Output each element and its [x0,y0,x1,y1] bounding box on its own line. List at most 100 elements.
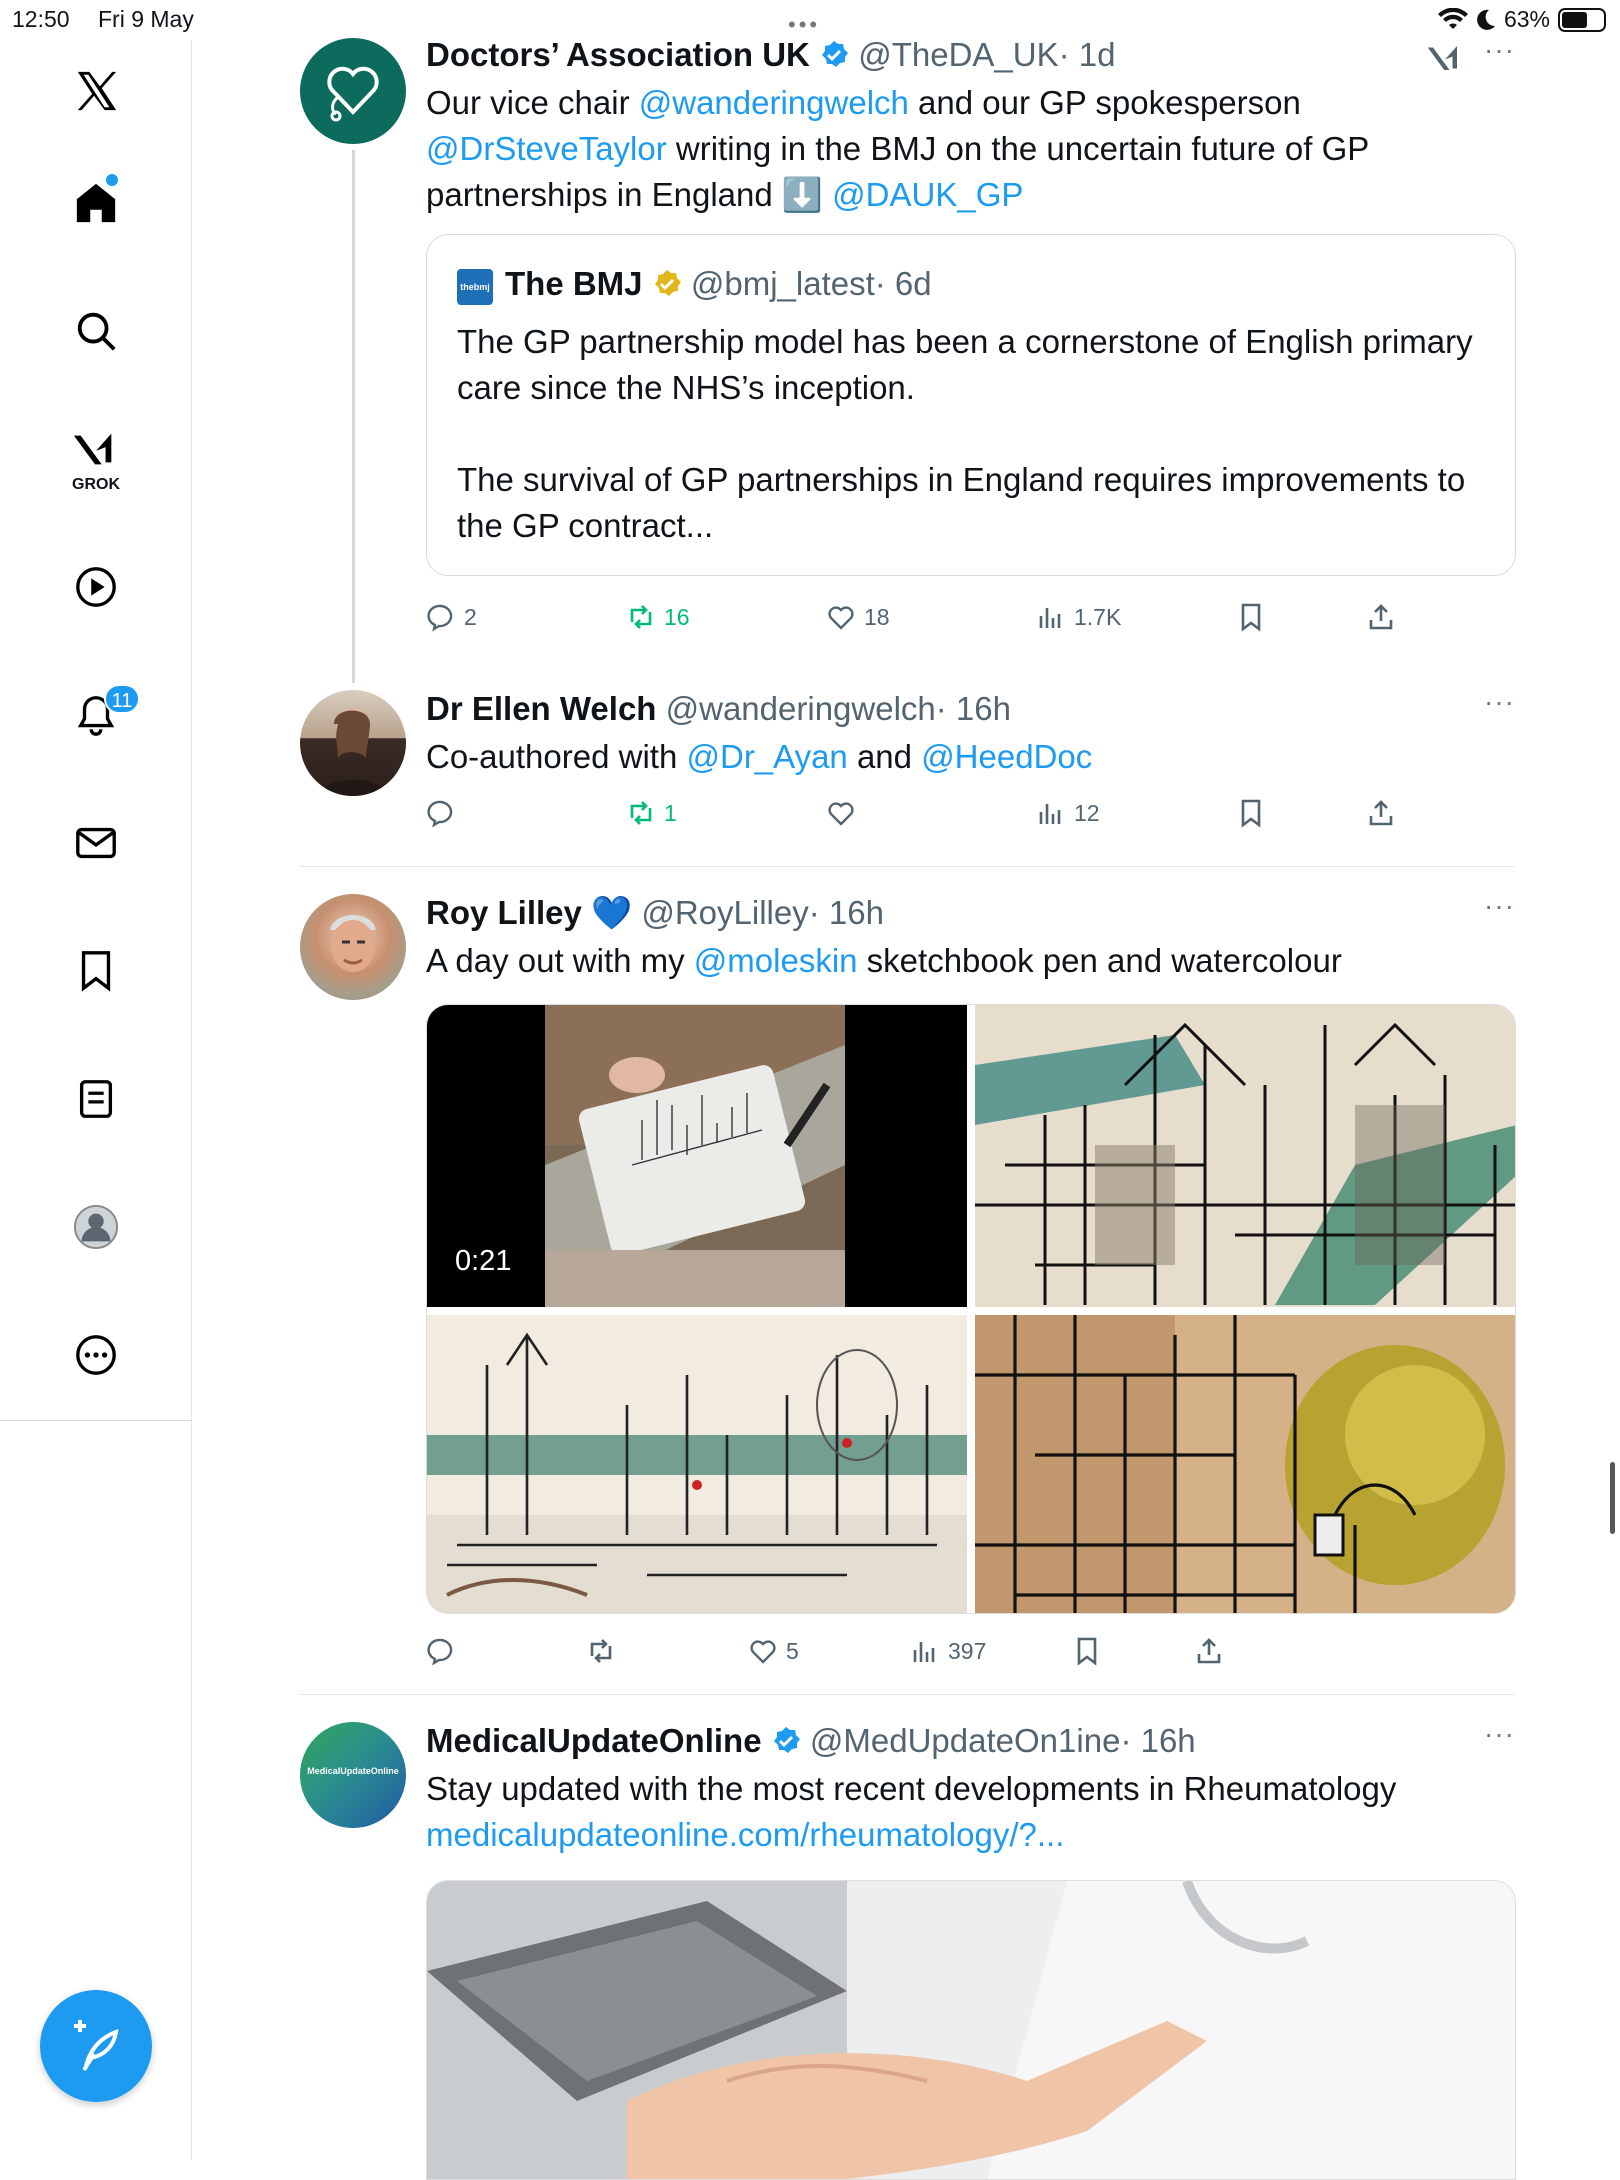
sidebar-item-messages[interactable] [71,818,121,868]
grok-icon [73,433,112,465]
watercolour-image-street[interactable] [975,1315,1515,1613]
views-button[interactable]: 1.7K [1036,602,1121,632]
sidebar-item-bookmarks[interactable] [71,946,121,996]
share-button[interactable] [1366,602,1396,632]
reply-icon [427,800,453,828]
mention-link[interactable]: @Dr_Ayan [686,738,847,775]
repost-count: 1 [664,799,677,826]
text-segment: Co-authored with [426,738,687,775]
view-count: 1.7K [1074,603,1122,630]
heart-icon [828,606,854,630]
play-circle-icon [76,567,116,607]
display-name[interactable]: Roy Lilley [426,894,582,931]
text-segment: Stay updated with the most recent develo… [426,1770,1397,1807]
display-name[interactable]: Doctors’ Association UK [426,36,810,73]
reply-button[interactable] [426,1636,464,1666]
more-options-icon[interactable]: ··· [1484,1718,1515,1750]
post-roy-lilley[interactable]: Roy Lilley 💙 @RoyLilley· 16h ··· A day o… [300,890,1516,1676]
repost-button[interactable] [586,1636,624,1666]
battery-icon [1558,7,1606,32]
x-logo-icon[interactable] [71,66,121,116]
analytics-icon [913,1642,935,1662]
post-dauk[interactable]: Doctors’ Association UK @TheDA_UK· 1d ··… [300,34,1516,656]
mention-link[interactable]: @wanderingwelch [639,84,909,121]
like-button[interactable]: 18 [826,602,890,632]
more-options-icon[interactable]: ··· [1484,34,1515,66]
gold-verified-badge-icon [654,270,681,296]
sidebar-item-videos[interactable] [71,562,121,612]
views-button[interactable]: 12 [1036,798,1100,828]
wifi-icon [1437,7,1468,29]
media-grid: 0:21 [426,1004,1516,1614]
multitask-dots-icon[interactable]: ••• [788,12,820,38]
link-card-image[interactable] [426,1880,1516,2180]
sidebar-item-profile[interactable] [71,1202,121,1252]
handle[interactable]: @RoyLilley [641,894,808,931]
mention-link[interactable]: @DAUK_GP [832,176,1023,213]
share-button[interactable] [1366,798,1396,828]
avatar[interactable] [300,38,406,144]
post-text: A day out with my @moleskin sketchbook p… [426,938,1516,984]
mention-link[interactable]: @moleskin [694,942,858,979]
bookmark-button[interactable] [1236,798,1266,828]
post-ellen-welch[interactable]: Dr Ellen Welch @wanderingwelch· 16h ··· … [300,686,1516,840]
portrait-photo [320,709,386,796]
sidebar-item-explore[interactable] [71,306,121,356]
analytics-icon [1039,804,1061,824]
handle[interactable]: @MedUpdateOn1ine [810,1722,1121,1759]
verified-badge-icon [822,41,849,67]
compose-post-button[interactable] [40,1990,152,2102]
sidebar-item-grok[interactable] [71,424,121,474]
sidebar-item-lists[interactable] [71,1074,121,1124]
status-time: 12:50 [12,6,70,32]
avatar-logo-text: MedicalUpdateOnline [307,1766,399,1776]
notifications-badge: 11 [104,684,140,714]
reply-button[interactable] [426,798,464,828]
sidebar-item-more[interactable] [71,1330,121,1380]
grok-post-icon[interactable] [1427,40,1463,76]
watercolour-image-tower-bridge[interactable] [975,1005,1515,1307]
like-count: 5 [786,1637,799,1664]
more-options-icon[interactable]: ··· [1484,890,1515,922]
watercolour-image-river[interactable] [427,1315,967,1613]
bookmark-button[interactable] [1236,602,1266,632]
url-link[interactable]: medicalupdateonline.com/rheumatology/?..… [426,1812,1516,1858]
like-button[interactable] [826,798,864,828]
repost-button[interactable]: 16 [626,602,690,632]
mention-link[interactable]: @DrSteveTaylor [426,130,667,167]
quoted-post[interactable]: thebmj The BMJ @bmj_latest· 6d The GP pa… [426,234,1516,576]
share-button[interactable] [1194,1636,1224,1666]
heart-icon [750,1640,776,1664]
post-actions: 5 397 [426,1636,1416,1676]
like-button[interactable]: 5 [748,1636,799,1666]
post-medical-update-online[interactable]: MedicalUpdateOnline MedicalUpdateOnline … [300,1718,1516,2180]
repost-count: 16 [664,603,690,630]
post-text: Co-authored with @Dr_Ayan and @HeedDoc [426,734,1516,780]
view-count: 12 [1074,799,1100,826]
repost-button[interactable]: 1 [626,798,677,828]
video-duration: 0:21 [455,1245,512,1277]
views-button[interactable]: 397 [910,1636,986,1666]
handle[interactable]: @wanderingwelch [666,690,936,727]
text-segment: A day out with my [426,942,694,979]
more-options-icon[interactable]: ··· [1484,686,1515,718]
doctor-hand-photo [427,1881,1515,2179]
display-name[interactable]: MedicalUpdateOnline [426,1722,762,1759]
avatar[interactable] [300,690,406,796]
text-segment: and [847,738,922,775]
bookmark-button[interactable] [1072,1636,1102,1666]
post-actions: 2 16 18 1.7K [426,602,1416,642]
sidebar-divider [0,1420,192,1421]
portrait-photo [330,915,376,972]
timestamp: · 16h [1120,1722,1196,1759]
mention-link[interactable]: @HeedDoc [921,738,1092,775]
video-thumbnail[interactable]: 0:21 [427,1005,967,1307]
scrollbar[interactable] [1610,1462,1615,1534]
display-name[interactable]: Dr Ellen Welch [426,690,656,727]
view-count: 397 [948,1637,987,1664]
avatar[interactable] [300,894,406,1000]
avatar[interactable]: MedicalUpdateOnline [300,1722,406,1828]
reply-button[interactable]: 2 [426,602,477,632]
handle[interactable]: @TheDA_UK [858,36,1058,73]
heart-stethoscope-logo-icon [327,66,379,122]
